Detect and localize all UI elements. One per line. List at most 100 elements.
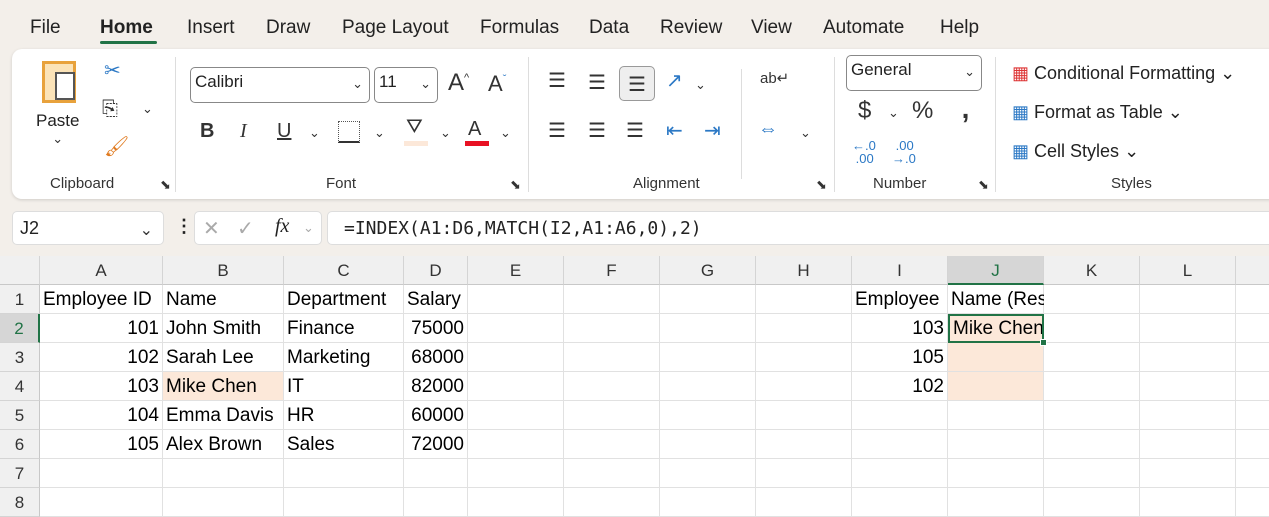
cell-A2[interactable]: 101 — [40, 314, 163, 343]
tab-insert[interactable]: Insert — [187, 17, 235, 39]
cell-D4[interactable]: 82000 — [404, 372, 468, 401]
cell-E2[interactable] — [468, 314, 564, 343]
cell-G6[interactable] — [660, 430, 756, 459]
font-name-select[interactable]: Calibri ⌄ — [190, 67, 370, 103]
cell-L6[interactable] — [1140, 430, 1236, 459]
cell-L8[interactable] — [1140, 488, 1236, 517]
cell-E7[interactable] — [468, 459, 564, 488]
row-header-8[interactable]: 8 — [0, 488, 40, 517]
cell-J5[interactable] — [948, 401, 1044, 430]
column-header-C[interactable]: C — [284, 256, 404, 285]
column-header-A[interactable]: A — [40, 256, 163, 285]
cancel-icon[interactable]: ✕ — [203, 216, 220, 241]
copy-icon[interactable]: ⎘ — [102, 99, 118, 119]
comma-style-icon[interactable]: , — [956, 95, 970, 123]
orientation-dropdown[interactable]: ⌄ — [695, 77, 706, 93]
cell-B2[interactable]: John Smith — [163, 314, 284, 343]
cell-B8[interactable] — [163, 488, 284, 517]
conditional-formatting-button[interactable]: ▦ Conditional Formatting ⌄ — [1012, 63, 1235, 84]
underline-icon[interactable]: U — [277, 121, 291, 141]
cell-M5[interactable] — [1236, 401, 1269, 430]
cell-K7[interactable] — [1044, 459, 1140, 488]
cell-L1[interactable] — [1140, 285, 1236, 314]
cell-A5[interactable]: 104 — [40, 401, 163, 430]
increase-font-icon[interactable]: A^ — [448, 71, 469, 95]
row-header-1[interactable]: 1 — [0, 285, 40, 314]
increase-decimal-icon[interactable]: ←.0 .00 — [852, 139, 876, 165]
cell-E8[interactable] — [468, 488, 564, 517]
cell-K2[interactable] — [1044, 314, 1140, 343]
cell-M1[interactable] — [1236, 285, 1269, 314]
decrease-indent-icon[interactable]: ⇤ — [666, 121, 683, 141]
fill-handle[interactable] — [1040, 339, 1047, 346]
cell-J3[interactable] — [948, 343, 1044, 372]
fill-color-dropdown[interactable]: ⌄ — [440, 125, 451, 141]
tab-file[interactable]: File — [30, 17, 61, 39]
cell-D8[interactable] — [404, 488, 468, 517]
row-header-5[interactable]: 5 — [0, 401, 40, 430]
top-align-icon[interactable]: ☰ — [548, 71, 566, 91]
cell-B3[interactable]: Sarah Lee — [163, 343, 284, 372]
column-header-E[interactable]: E — [468, 256, 564, 285]
align-center-icon[interactable]: ☰ — [588, 121, 606, 141]
font-size-select[interactable]: 11 ⌄ — [374, 67, 438, 103]
cell-F6[interactable] — [564, 430, 660, 459]
cell-G4[interactable] — [660, 372, 756, 401]
name-box[interactable]: J2 ⌄ — [12, 211, 164, 245]
cell-F8[interactable] — [564, 488, 660, 517]
cell-C8[interactable] — [284, 488, 404, 517]
row-header-4[interactable]: 4 — [0, 372, 40, 401]
row-header-2[interactable]: 2 — [0, 314, 40, 343]
insert-function-icon[interactable]: fx — [275, 215, 289, 238]
tab-view[interactable]: View — [751, 17, 792, 39]
cell-F1[interactable] — [564, 285, 660, 314]
cell-K6[interactable] — [1044, 430, 1140, 459]
formula-input[interactable]: =INDEX(A1:D6,MATCH(I2,A1:A6,0),2) — [327, 211, 1269, 245]
cell-K5[interactable] — [1044, 401, 1140, 430]
cell-J4[interactable] — [948, 372, 1044, 401]
tab-formulas[interactable]: Formulas — [480, 17, 559, 39]
font-color-icon[interactable]: A — [468, 119, 481, 139]
cell-K4[interactable] — [1044, 372, 1140, 401]
cell-G3[interactable] — [660, 343, 756, 372]
cell-I1[interactable]: Employee — [852, 285, 948, 314]
cell-G1[interactable] — [660, 285, 756, 314]
cell-H3[interactable] — [756, 343, 852, 372]
cell-I5[interactable] — [852, 401, 948, 430]
column-header-I[interactable]: I — [852, 256, 948, 285]
row-header-6[interactable]: 6 — [0, 430, 40, 459]
cell-L5[interactable] — [1140, 401, 1236, 430]
cell-D6[interactable]: 72000 — [404, 430, 468, 459]
cell-G8[interactable] — [660, 488, 756, 517]
cell-I2[interactable]: 103 — [852, 314, 948, 343]
dialog-launcher-icon[interactable]: ⬊ — [978, 177, 989, 193]
format-painter-icon[interactable]: 🖌 — [104, 137, 129, 157]
cell-H8[interactable] — [756, 488, 852, 517]
underline-dropdown[interactable]: ⌄ — [309, 125, 320, 141]
column-header-F[interactable]: F — [564, 256, 660, 285]
cell-L4[interactable] — [1140, 372, 1236, 401]
dialog-launcher-icon[interactable]: ⬊ — [816, 177, 827, 193]
bottom-align-button[interactable]: ☰ — [619, 66, 655, 101]
column-header-J[interactable]: J — [948, 256, 1044, 285]
cell-J8[interactable] — [948, 488, 1044, 517]
currency-icon[interactable]: $ — [858, 99, 871, 123]
cell-M8[interactable] — [1236, 488, 1269, 517]
cell-K3[interactable] — [1044, 343, 1140, 372]
cell-I7[interactable] — [852, 459, 948, 488]
cell-K1[interactable] — [1044, 285, 1140, 314]
cell-B6[interactable]: Alex Brown — [163, 430, 284, 459]
column-header-G[interactable]: G — [660, 256, 756, 285]
cell-A7[interactable] — [40, 459, 163, 488]
cell-B5[interactable]: Emma Davis — [163, 401, 284, 430]
cell-E5[interactable] — [468, 401, 564, 430]
cell-A3[interactable]: 102 — [40, 343, 163, 372]
cell-H5[interactable] — [756, 401, 852, 430]
cell-B1[interactable]: Name — [163, 285, 284, 314]
decrease-font-icon[interactable]: Aˇ — [488, 73, 506, 95]
cell-E1[interactable] — [468, 285, 564, 314]
cell-I8[interactable] — [852, 488, 948, 517]
borders-dropdown[interactable]: ⌄ — [374, 125, 385, 141]
merge-center-icon[interactable]: ⇔ — [758, 119, 778, 139]
cell-M4[interactable] — [1236, 372, 1269, 401]
